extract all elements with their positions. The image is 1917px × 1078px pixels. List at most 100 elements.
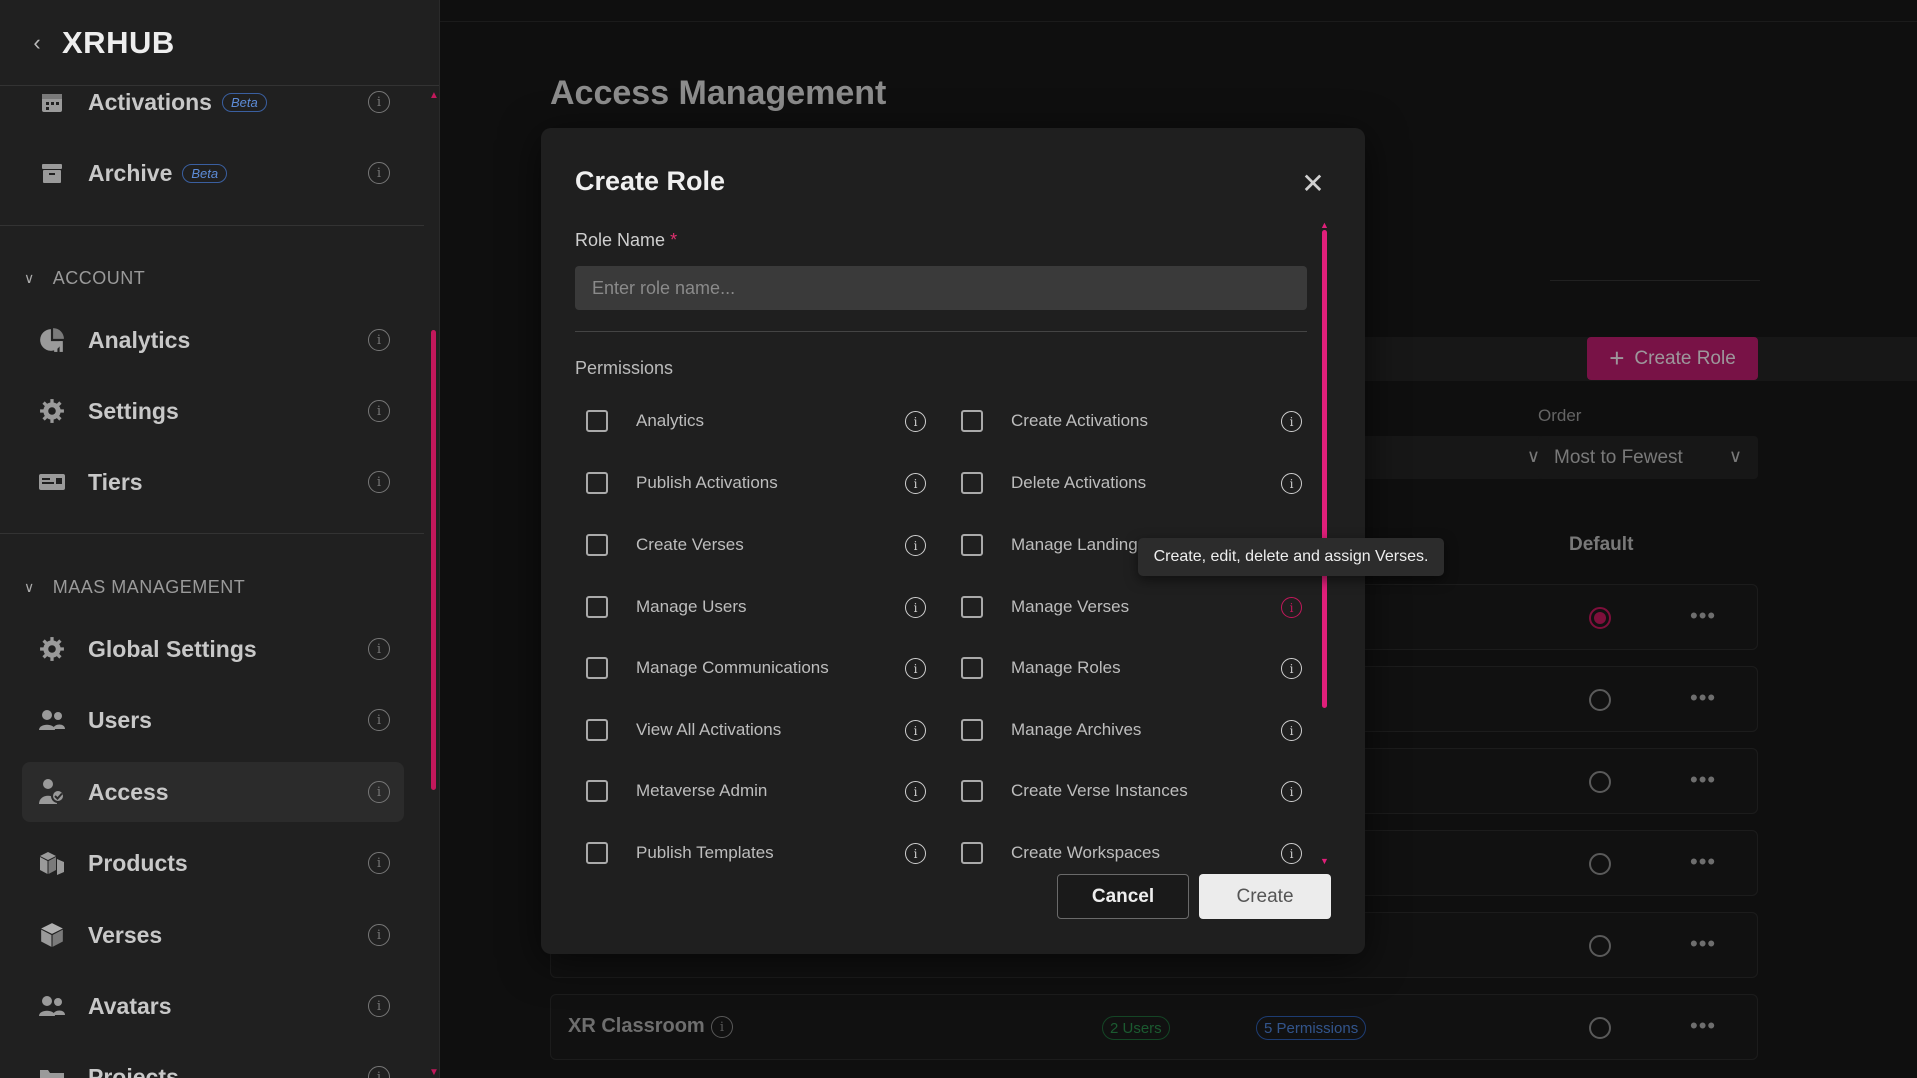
sidebar-item-avatars[interactable]: Avatars i: [22, 976, 404, 1036]
checkbox[interactable]: [586, 842, 608, 864]
chevron-down-icon: ∨: [24, 579, 35, 595]
info-icon[interactable]: i: [905, 597, 926, 618]
permission-label: Create Activations: [1011, 411, 1149, 430]
permission-checkbox-view-all-activations[interactable]: View All Activations: [586, 715, 781, 745]
checkbox[interactable]: [961, 534, 983, 556]
checkbox[interactable]: [586, 472, 608, 494]
info-icon[interactable]: i: [1281, 781, 1302, 802]
checkbox[interactable]: [586, 410, 608, 432]
sidebar-item-analytics[interactable]: Analytics i: [22, 310, 404, 370]
sidebar-item-label: Verses: [88, 921, 163, 948]
sidebar-divider: [0, 533, 424, 534]
info-icon[interactable]: i: [368, 471, 390, 493]
scrollbar-thumb[interactable]: [1322, 230, 1327, 708]
scroll-down-arrow-icon[interactable]: ▼: [429, 1067, 439, 1078]
info-icon[interactable]: i: [905, 781, 926, 802]
brand-logo-text: XRHUB: [62, 24, 175, 60]
permission-checkbox-manage-roles[interactable]: Manage Roles: [961, 653, 1121, 683]
checkbox[interactable]: [586, 534, 608, 556]
checkbox[interactable]: [586, 657, 608, 679]
info-icon[interactable]: i: [1281, 597, 1302, 618]
permission-checkbox-manage-communications[interactable]: Manage Communications: [586, 653, 829, 683]
sidebar-item-products[interactable]: Products i: [22, 833, 404, 893]
scroll-up-arrow-icon[interactable]: ▲: [1320, 220, 1329, 230]
checkbox[interactable]: [586, 719, 608, 741]
info-icon[interactable]: i: [1281, 843, 1302, 864]
info-icon[interactable]: i: [368, 709, 390, 731]
info-icon[interactable]: i: [1281, 411, 1302, 432]
info-icon[interactable]: i: [1281, 658, 1302, 679]
permission-checkbox-create-verses[interactable]: Create Verses: [586, 530, 744, 560]
checkbox[interactable]: [961, 780, 983, 802]
role-name-input[interactable]: [575, 266, 1307, 310]
info-icon[interactable]: i: [368, 852, 390, 874]
scroll-up-arrow-icon[interactable]: ▲: [429, 90, 439, 101]
permission-label: Manage Users: [636, 597, 747, 616]
permission-checkbox-delete-activations[interactable]: Delete Activations: [961, 468, 1146, 498]
info-icon[interactable]: i: [1281, 473, 1302, 494]
info-icon[interactable]: i: [905, 473, 926, 494]
sidebar-item-projects[interactable]: Projects i: [22, 1047, 404, 1078]
info-icon[interactable]: i: [905, 535, 926, 556]
info-icon[interactable]: i: [905, 843, 926, 864]
info-icon[interactable]: i: [368, 400, 390, 422]
sidebar-item-activations[interactable]: Activations Beta i: [22, 72, 404, 132]
checkbox[interactable]: [961, 472, 983, 494]
permission-checkbox-manage-verses[interactable]: Manage Verses: [961, 592, 1129, 622]
permission-checkbox-metaverse-admin[interactable]: Metaverse Admin: [586, 776, 767, 806]
section-account-toggle[interactable]: ∨ ACCOUNT: [24, 268, 145, 289]
checkbox[interactable]: [961, 596, 983, 618]
info-icon[interactable]: i: [1281, 720, 1302, 741]
sidebar-item-users[interactable]: Users i: [22, 690, 404, 750]
permission-checkbox-publish-templates[interactable]: Publish Templates: [586, 838, 774, 868]
permission-label: Manage Landings: [1011, 535, 1147, 554]
info-icon[interactable]: i: [368, 638, 390, 660]
permission-checkbox-create-workspaces[interactable]: Create Workspaces: [961, 838, 1160, 868]
sidebar-item-tiers[interactable]: Tiers i: [22, 452, 404, 512]
section-maas-toggle[interactable]: ∨ MAAS MANAGEMENT: [24, 577, 245, 598]
sidebar-item-label: Users: [88, 706, 152, 733]
checkbox[interactable]: [586, 780, 608, 802]
info-icon[interactable]: i: [368, 329, 390, 351]
checkbox[interactable]: [961, 657, 983, 679]
permission-checkbox-create-verse-instances[interactable]: Create Verse Instances: [961, 776, 1188, 806]
checkbox[interactable]: [961, 719, 983, 741]
permission-checkbox-manage-archives[interactable]: Manage Archives: [961, 715, 1141, 745]
sidebar-item-label: Projects: [88, 1063, 179, 1078]
chart-icon: [38, 326, 66, 354]
scrollbar-thumb[interactable]: [431, 330, 436, 790]
checkbox[interactable]: [961, 410, 983, 432]
info-icon[interactable]: i: [368, 924, 390, 946]
info-icon[interactable]: i: [368, 995, 390, 1017]
info-icon[interactable]: i: [905, 658, 926, 679]
back-chevron-icon[interactable]: ‹: [22, 28, 52, 58]
avatars-icon: [38, 992, 66, 1020]
sidebar-item-label: Products: [88, 849, 188, 876]
permission-label: Analytics: [636, 411, 705, 430]
info-icon[interactable]: i: [368, 162, 390, 184]
info-icon[interactable]: i: [905, 411, 926, 432]
sidebar-scrollbar[interactable]: ▲ ▼: [428, 90, 439, 1078]
sidebar-item-global-settings[interactable]: Global Settings i: [22, 619, 404, 679]
permission-label: Metaverse Admin: [636, 781, 768, 800]
permission-checkbox-manage-users[interactable]: Manage Users: [586, 592, 747, 622]
close-icon[interactable]: ✕: [1298, 168, 1328, 199]
scroll-down-arrow-icon[interactable]: ▼: [1320, 856, 1329, 866]
info-icon[interactable]: i: [905, 720, 926, 741]
projects-icon: [38, 1063, 66, 1078]
info-icon[interactable]: i: [368, 91, 390, 113]
permission-checkbox-manage-landings[interactable]: Manage Landings: [961, 530, 1146, 560]
info-icon[interactable]: i: [368, 1066, 390, 1078]
sidebar-item-verses[interactable]: Verses i: [22, 905, 404, 965]
cancel-button[interactable]: Cancel: [1057, 874, 1189, 919]
checkbox[interactable]: [961, 842, 983, 864]
sidebar-item-archive[interactable]: Archive Beta i: [22, 143, 404, 203]
checkbox[interactable]: [586, 596, 608, 618]
permission-checkbox-publish-activations[interactable]: Publish Activations: [586, 468, 778, 498]
permission-checkbox-analytics[interactable]: Analytics: [586, 406, 704, 436]
sidebar-item-settings[interactable]: Settings i: [22, 381, 404, 441]
create-button[interactable]: Create: [1199, 874, 1331, 919]
permission-checkbox-create-activations[interactable]: Create Activations: [961, 406, 1148, 436]
info-icon[interactable]: i: [368, 781, 390, 803]
sidebar-item-access[interactable]: Access i: [22, 762, 404, 822]
